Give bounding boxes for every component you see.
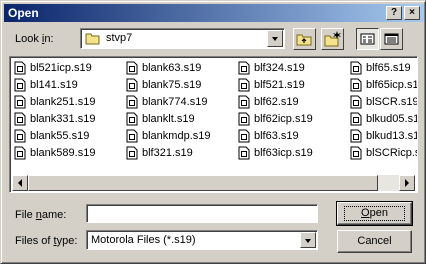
look-in-label-post: n: xyxy=(44,33,54,45)
file-item-name: blank55.s19 xyxy=(30,130,90,142)
files-of-type-combo[interactable]: Motorola Files (*.s19) xyxy=(86,230,318,250)
file-item-name: bl141.s19 xyxy=(30,79,78,91)
left-arrow-icon xyxy=(18,179,22,187)
s19-file-icon xyxy=(14,112,26,126)
s19-file-icon xyxy=(14,146,26,160)
scroll-left-button[interactable] xyxy=(12,175,28,191)
look-in-combo[interactable]: stvp7 xyxy=(80,28,285,49)
scroll-right-button[interactable] xyxy=(399,175,415,191)
scroll-thumb[interactable] xyxy=(28,175,378,191)
file-item-name: blank75.s19 xyxy=(142,79,202,91)
s19-file-icon xyxy=(126,95,138,109)
s19-file-icon xyxy=(238,146,250,160)
close-button[interactable]: × xyxy=(404,6,420,20)
files-of-type-value: Motorola Files (*.s19) xyxy=(91,234,196,246)
s19-file-icon xyxy=(238,61,250,75)
file-item-name: blankmdp.s19 xyxy=(142,130,211,142)
create-new-folder-button[interactable] xyxy=(321,28,344,50)
new-folder-icon xyxy=(324,31,341,47)
s19-file-icon xyxy=(238,78,250,92)
file-item-name: blf63.s19 xyxy=(254,130,299,142)
file-item-name: blf65.s19 xyxy=(366,62,411,74)
s19-file-icon xyxy=(350,78,362,92)
look-in-label-pre: Look xyxy=(15,33,42,45)
files-of-type-dropdown-button[interactable] xyxy=(300,232,316,248)
folder-icon xyxy=(85,33,100,45)
s19-file-icon xyxy=(350,95,362,109)
s19-file-icon xyxy=(14,129,26,143)
s19-file-icon xyxy=(126,78,138,92)
file-item-name: blank331.s19 xyxy=(30,113,96,125)
list-view-button[interactable] xyxy=(356,28,379,50)
s19-file-icon xyxy=(14,78,26,92)
file-item-name: blank63.s19 xyxy=(142,62,202,74)
s19-file-icon xyxy=(238,95,250,109)
s19-file-icon xyxy=(350,61,362,75)
details-view-button[interactable] xyxy=(380,28,403,50)
file-item-name: blf63icp.s19 xyxy=(254,147,313,159)
details-view-icon xyxy=(384,33,399,45)
s19-file-icon xyxy=(238,129,250,143)
file-item-name: blf521.s19 xyxy=(254,79,305,91)
file-item-name: blank251.s19 xyxy=(30,96,96,108)
s19-file-icon xyxy=(350,129,362,143)
file-item-name: blank774.s19 xyxy=(142,96,208,108)
focus-rectangle xyxy=(344,206,405,221)
files-of-type-label-post: ype: xyxy=(56,235,78,247)
file-item-name: blf62icp.s19 xyxy=(254,113,313,125)
s19-file-icon xyxy=(350,112,362,126)
s19-file-icon xyxy=(238,112,250,126)
horizontal-scrollbar[interactable] xyxy=(12,175,415,191)
file-name-label: File name: xyxy=(15,209,66,221)
open-dialog: Open ? × Look in: stvp7 blSCRicp. blkud1… xyxy=(0,0,426,264)
cancel-button[interactable]: Cancel xyxy=(337,230,412,253)
file-item-name: blf324.s19 xyxy=(254,62,305,74)
file-item-name: blSCRicp.s19 xyxy=(366,147,417,159)
up-one-level-button[interactable] xyxy=(293,28,316,50)
file-item-name: blf321.s19 xyxy=(142,147,193,159)
file-item-name: blkud05.s19 xyxy=(366,113,417,125)
file-item-name: blank589.s19 xyxy=(30,147,96,159)
file-item-name: blkud13.s19 xyxy=(366,130,417,142)
up-folder-icon xyxy=(296,34,312,46)
look-in-dropdown-button[interactable] xyxy=(267,30,283,47)
right-arrow-icon xyxy=(405,179,409,187)
files-of-type-label-pre: Files of xyxy=(15,235,54,247)
list-view-icon xyxy=(360,33,375,45)
file-item-name: blSCR.s19 xyxy=(366,96,418,108)
file-item-name: blanklt.s19 xyxy=(142,113,195,125)
s19-file-icon xyxy=(126,146,138,160)
s19-file-icon xyxy=(350,146,362,160)
file-name-label-post: ame: xyxy=(41,209,67,221)
files-of-type-label: Files of type: xyxy=(15,235,77,247)
title-bar[interactable]: Open ? × xyxy=(4,4,424,22)
file-item-name: blf65icp.s19 xyxy=(366,79,418,91)
s19-file-icon xyxy=(126,112,138,126)
window-title: Open xyxy=(8,6,39,20)
s19-file-icon xyxy=(126,61,138,75)
file-list[interactable]: blSCRicp.s19 blkud13.s19 blkud05.s19 blSCR.… xyxy=(9,56,418,193)
s19-file-icon xyxy=(14,61,26,75)
look-in-label: Look in: xyxy=(15,33,54,45)
look-in-value: stvp7 xyxy=(106,32,133,44)
file-item-name: blf62.s19 xyxy=(254,96,299,108)
s19-file-icon xyxy=(14,95,26,109)
help-button[interactable]: ? xyxy=(386,6,402,20)
file-item-name: bl521icp.s19 xyxy=(30,62,92,74)
file-name-label-pre: File xyxy=(15,209,36,221)
file-name-input[interactable] xyxy=(86,204,318,223)
s19-file-icon xyxy=(126,129,138,143)
open-button[interactable]: Open xyxy=(336,201,413,226)
